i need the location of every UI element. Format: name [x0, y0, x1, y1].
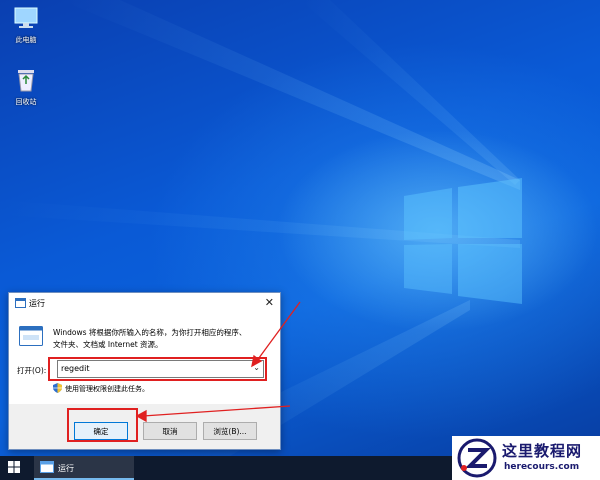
watermark-logo-icon	[456, 438, 498, 480]
watermark: 这里教程网 herecours.com	[452, 436, 600, 480]
watermark-name: 这里教程网	[502, 442, 583, 460]
taskbar-item-label: 运行	[58, 464, 74, 473]
watermark-url: herecours.com	[504, 462, 580, 472]
taskbar-item-run[interactable]: 运行	[34, 456, 134, 480]
windows-start-icon[interactable]	[8, 461, 20, 475]
annotation-arrows	[135, 301, 301, 423]
run-app-icon	[40, 461, 54, 475]
